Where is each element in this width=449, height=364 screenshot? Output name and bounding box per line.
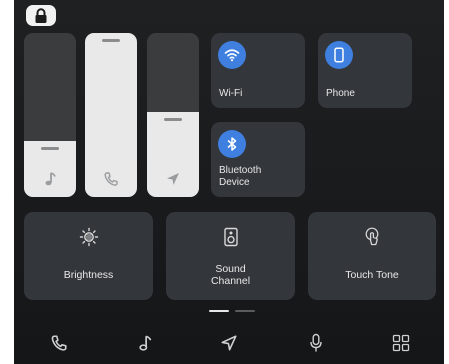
bluetooth-label-line1: Bluetooth [219,165,262,176]
page-dot-active [209,310,229,312]
music-note-icon [40,169,60,189]
touch-icon [361,226,383,248]
phone-label: Phone [326,88,355,99]
slider-handle[interactable] [41,147,59,150]
wifi-label: Wi-Fi [219,88,243,99]
sound-channel-tile[interactable]: Sound Channel [166,212,295,300]
navigation-arrow-icon [163,169,183,189]
brightness-label: Brightness [63,269,114,281]
slider-handle[interactable] [102,39,120,42]
sound-channel-label: Sound Channel [166,263,295,287]
media-volume-slider[interactable] [24,33,76,197]
phone-tile[interactable]: Phone [318,33,412,108]
bottom-nav-bar [14,322,444,364]
bluetooth-label: Bluetooth Device [219,165,261,189]
page-dot [235,310,255,312]
speaker-icon [220,226,242,248]
wifi-tile[interactable]: Wi-Fi [211,33,305,108]
sound-channel-label-line1: Sound [215,263,246,275]
control-center: Wi-Fi Phone Bluetooth Device Brightness … [14,0,444,364]
lock-icon[interactable] [26,5,56,26]
music-note-icon[interactable] [134,332,156,354]
touch-tone-label: Touch Tone [345,269,399,281]
apps-grid-icon[interactable] [390,332,412,354]
navigation-volume-slider[interactable] [147,33,199,197]
brightness-tile[interactable]: Brightness [24,212,153,300]
microphone-icon[interactable] [305,332,327,354]
navigation-arrow-icon[interactable] [218,332,240,354]
bluetooth-label-line2: Device [219,177,250,188]
wifi-icon [218,41,246,69]
slider-handle[interactable] [164,118,182,121]
sound-channel-label-line2: Channel [210,275,251,287]
phone-icon[interactable] [48,332,70,354]
touch-tone-tile[interactable]: Touch Tone [308,212,436,300]
bluetooth-icon [218,130,246,158]
brightness-icon [78,226,100,248]
bluetooth-tile[interactable]: Bluetooth Device [211,122,305,197]
page-indicator [14,310,444,314]
phone-icon [101,169,121,189]
phone-device-icon [325,41,353,69]
call-volume-slider[interactable] [85,33,137,197]
